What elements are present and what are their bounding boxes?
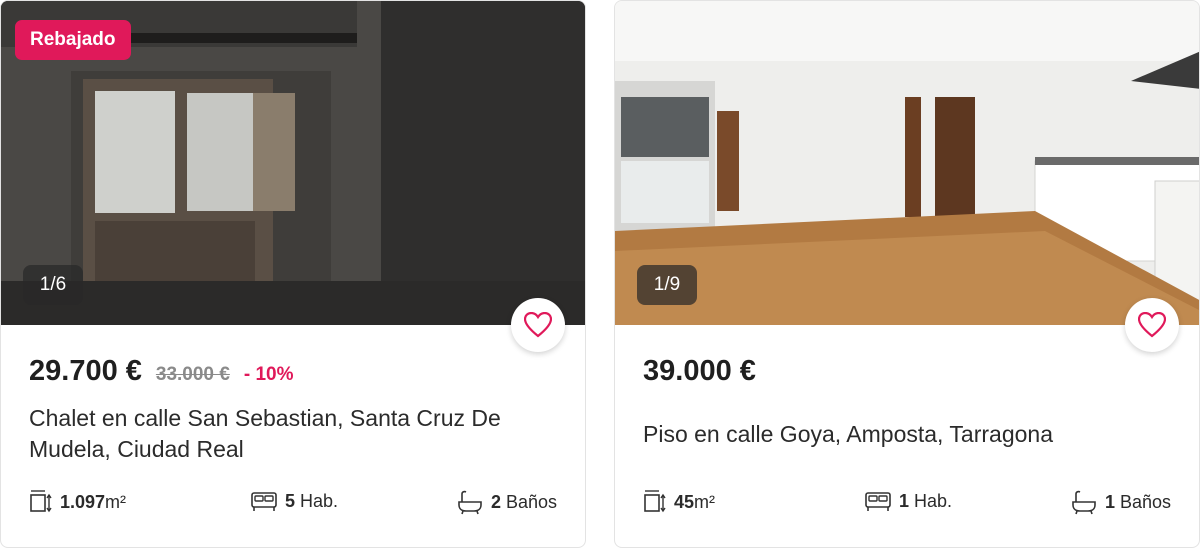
rooms-label: Hab.	[300, 490, 339, 511]
discount-badge: Rebajado	[15, 20, 131, 60]
feature-area: 45 m²	[643, 489, 715, 515]
card-body: 39.000 € Piso en calle Goya, Amposta, Ta…	[643, 325, 1171, 547]
area-unit: m²	[105, 491, 127, 512]
feature-rooms: 1 Hab.	[864, 489, 952, 513]
bathtub-icon	[458, 490, 482, 515]
bed-icon	[251, 492, 277, 511]
price: 29.700 €	[29, 355, 142, 387]
baths-value: 1	[1104, 491, 1115, 512]
baths-label: Baños	[505, 491, 557, 512]
property-title[interactable]: Piso en calle Goya, Amposta, Tarragona	[643, 419, 1143, 450]
price-row: 29.700 € 33.000 € - 10%	[29, 355, 294, 388]
features-row: 1.097 m² 5 Hab. 2 Baños	[29, 489, 557, 523]
card-body: 29.700 € 33.000 € - 10% Chalet en calle …	[29, 325, 557, 547]
bathtub-icon	[1072, 490, 1096, 515]
discount-percent: - 10%	[243, 364, 294, 385]
bed-icon	[865, 492, 891, 511]
old-price: 33.000 €	[155, 364, 230, 385]
area-value: 45	[674, 491, 695, 512]
feature-area: 1.097 m²	[29, 489, 126, 515]
rooms-value: 5	[285, 490, 296, 511]
feature-baths: 1 Baños	[1070, 489, 1171, 515]
baths-label: Baños	[1119, 491, 1171, 512]
area-icon	[30, 490, 52, 513]
price-row: 39.000 €	[643, 355, 756, 388]
area-icon	[644, 490, 666, 513]
feature-baths: 2 Baños	[456, 489, 557, 515]
property-photo[interactable]: Rebajado 1/6	[1, 1, 585, 325]
area-value: 1.097	[60, 491, 106, 512]
property-photo[interactable]: 1/9	[615, 1, 1199, 325]
property-card[interactable]: Rebajado 1/6 29.700 € 33.000 € - 10% Cha…	[0, 0, 586, 548]
rooms-value: 1	[899, 490, 910, 511]
property-card[interactable]: 1/9 39.000 € Piso en calle Goya, Amposta…	[614, 0, 1200, 548]
feature-rooms: 5 Hab.	[250, 489, 338, 513]
property-title[interactable]: Chalet en calle San Sebastian, Santa Cru…	[29, 403, 529, 465]
rooms-label: Hab.	[914, 490, 953, 511]
photo-counter: 1/6	[23, 265, 83, 305]
photo-counter: 1/9	[637, 265, 697, 305]
price: 39.000 €	[643, 355, 756, 387]
baths-value: 2	[490, 491, 501, 512]
features-row: 45 m² 1 Hab. 1 Baños	[643, 489, 1171, 523]
area-unit: m²	[694, 491, 716, 512]
